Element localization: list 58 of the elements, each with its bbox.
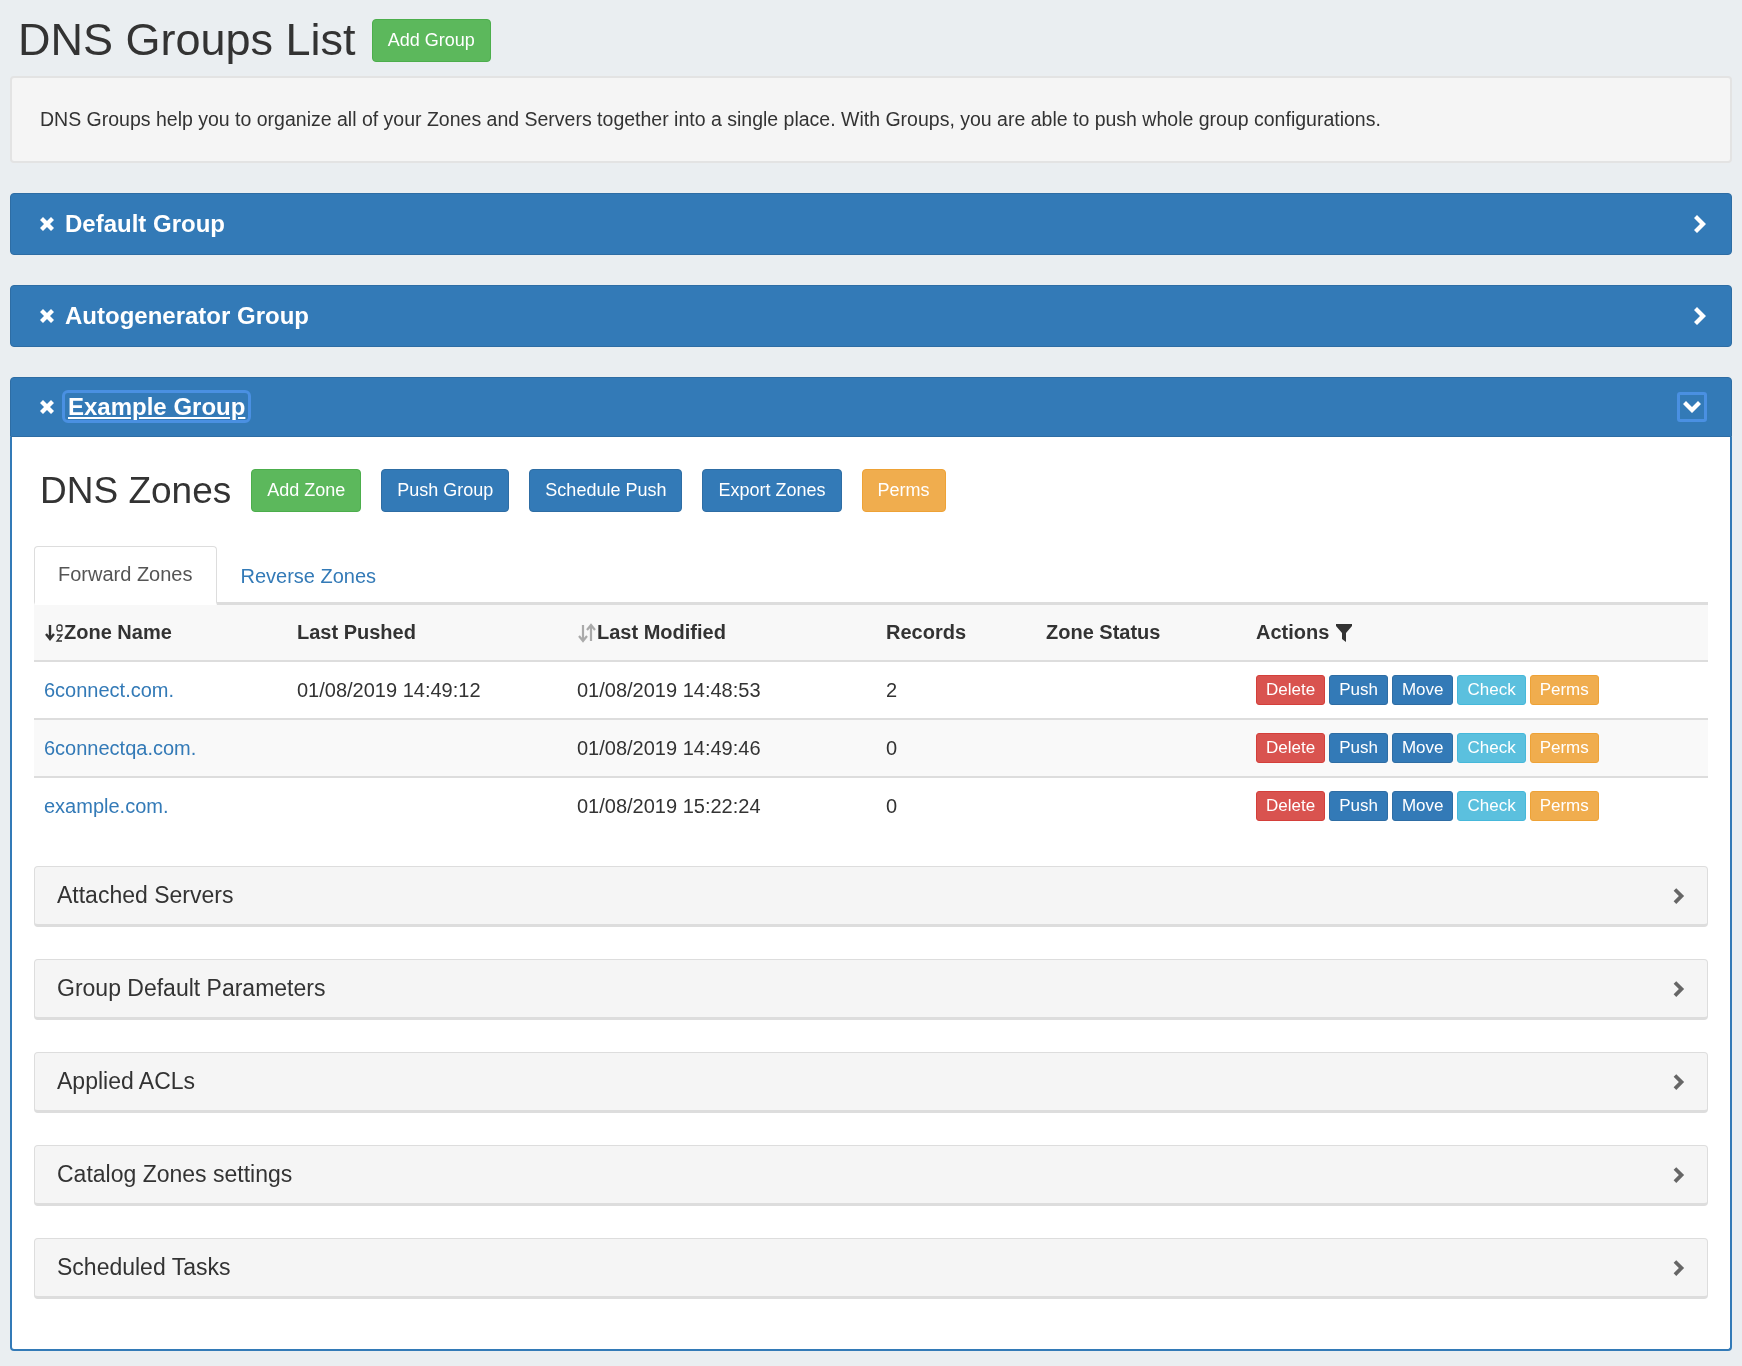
chevron-right-icon[interactable] xyxy=(1671,978,1685,999)
group-title[interactable]: Example Group xyxy=(65,393,249,420)
action-button[interactable]: Delete xyxy=(1256,675,1326,705)
column-header: Records xyxy=(886,621,967,644)
collapsible-panel-header[interactable]: Catalog Zones settings xyxy=(34,1145,1708,1206)
panel-title: Catalog Zones settings xyxy=(57,1161,294,1188)
action-button[interactable]: Push xyxy=(1329,733,1388,763)
toolbar-button[interactable]: Export Zones xyxy=(702,469,842,512)
action-button[interactable]: Delete xyxy=(1256,733,1326,763)
table-cell: 01/08/2019 14:49:12 xyxy=(297,678,481,701)
table-cell: 0 xyxy=(886,794,898,817)
toolbar-button[interactable]: Add Zone xyxy=(251,469,362,512)
chevron-right-icon[interactable] xyxy=(1671,1257,1685,1278)
add-group-button[interactable]: Add Group xyxy=(371,18,491,62)
table-cell: 2 xyxy=(886,678,898,701)
column-header: Last Pushed xyxy=(297,621,416,644)
filter-icon[interactable] xyxy=(1334,623,1353,644)
action-button[interactable]: Push xyxy=(1329,675,1388,705)
action-button[interactable]: Move xyxy=(1391,791,1454,821)
sort-icon[interactable] xyxy=(44,623,64,644)
column-header[interactable]: Zone Name xyxy=(64,621,172,644)
zone-tab[interactable]: Forward Zones xyxy=(34,546,217,605)
toolbar-button[interactable]: Schedule Push xyxy=(529,469,683,512)
panel-title: Applied ACLs xyxy=(57,1068,197,1095)
panel-title: Attached Servers xyxy=(57,882,235,909)
action-button[interactable]: Delete xyxy=(1256,791,1326,821)
column-header: Zone Status xyxy=(1046,621,1161,644)
collapsible-panel-header[interactable]: Scheduled Tasks xyxy=(34,1238,1708,1299)
zone-tab[interactable]: Reverse Zones xyxy=(216,548,401,605)
zone-link[interactable]: example.com. xyxy=(44,794,169,817)
group-title[interactable]: Autogenerator Group xyxy=(65,302,309,329)
page-title: DNS Groups List xyxy=(18,14,356,66)
description-text: DNS Groups help you to organize all of your Zones and Servers together into a single place. With Groups, you are able to push whole group configurations. xyxy=(10,76,1732,163)
chevron-right-icon[interactable] xyxy=(1671,1071,1685,1092)
group-header[interactable]: Default Group xyxy=(10,193,1732,255)
table-cell: 01/08/2019 14:49:46 xyxy=(577,736,761,759)
action-button[interactable]: Move xyxy=(1391,675,1454,705)
action-button[interactable]: Push xyxy=(1329,791,1388,821)
chevron-right-icon[interactable] xyxy=(1671,1164,1685,1185)
toolbar-button[interactable]: Push Group xyxy=(381,469,510,512)
group-header[interactable]: Example Group xyxy=(10,377,1732,437)
collapsible-panel-header[interactable]: Group Default Parameters xyxy=(34,959,1708,1020)
collapsible-panel-header[interactable]: Applied ACLs xyxy=(34,1052,1708,1113)
panel-title: Group Default Parameters xyxy=(57,975,327,1002)
column-header: Actions xyxy=(1256,621,1330,644)
group-title[interactable]: Default Group xyxy=(65,210,225,237)
action-button[interactable]: Move xyxy=(1391,733,1454,763)
section-heading: DNS Zones xyxy=(40,469,232,512)
table-cell: 01/08/2019 15:22:24 xyxy=(577,794,761,817)
column-header[interactable]: Last Modified xyxy=(597,621,726,644)
zone-link[interactable]: 6connect.com. xyxy=(44,678,175,701)
panel-title: Scheduled Tasks xyxy=(57,1254,232,1281)
chevron-down-icon[interactable] xyxy=(1677,392,1707,422)
group-header[interactable]: Autogenerator Group xyxy=(10,285,1732,347)
table-cell: 0 xyxy=(886,736,898,759)
collapsible-panel-header[interactable]: Attached Servers xyxy=(34,866,1708,927)
chevron-right-icon[interactable] xyxy=(1671,885,1685,906)
table-cell: 01/08/2019 14:48:53 xyxy=(577,678,761,701)
